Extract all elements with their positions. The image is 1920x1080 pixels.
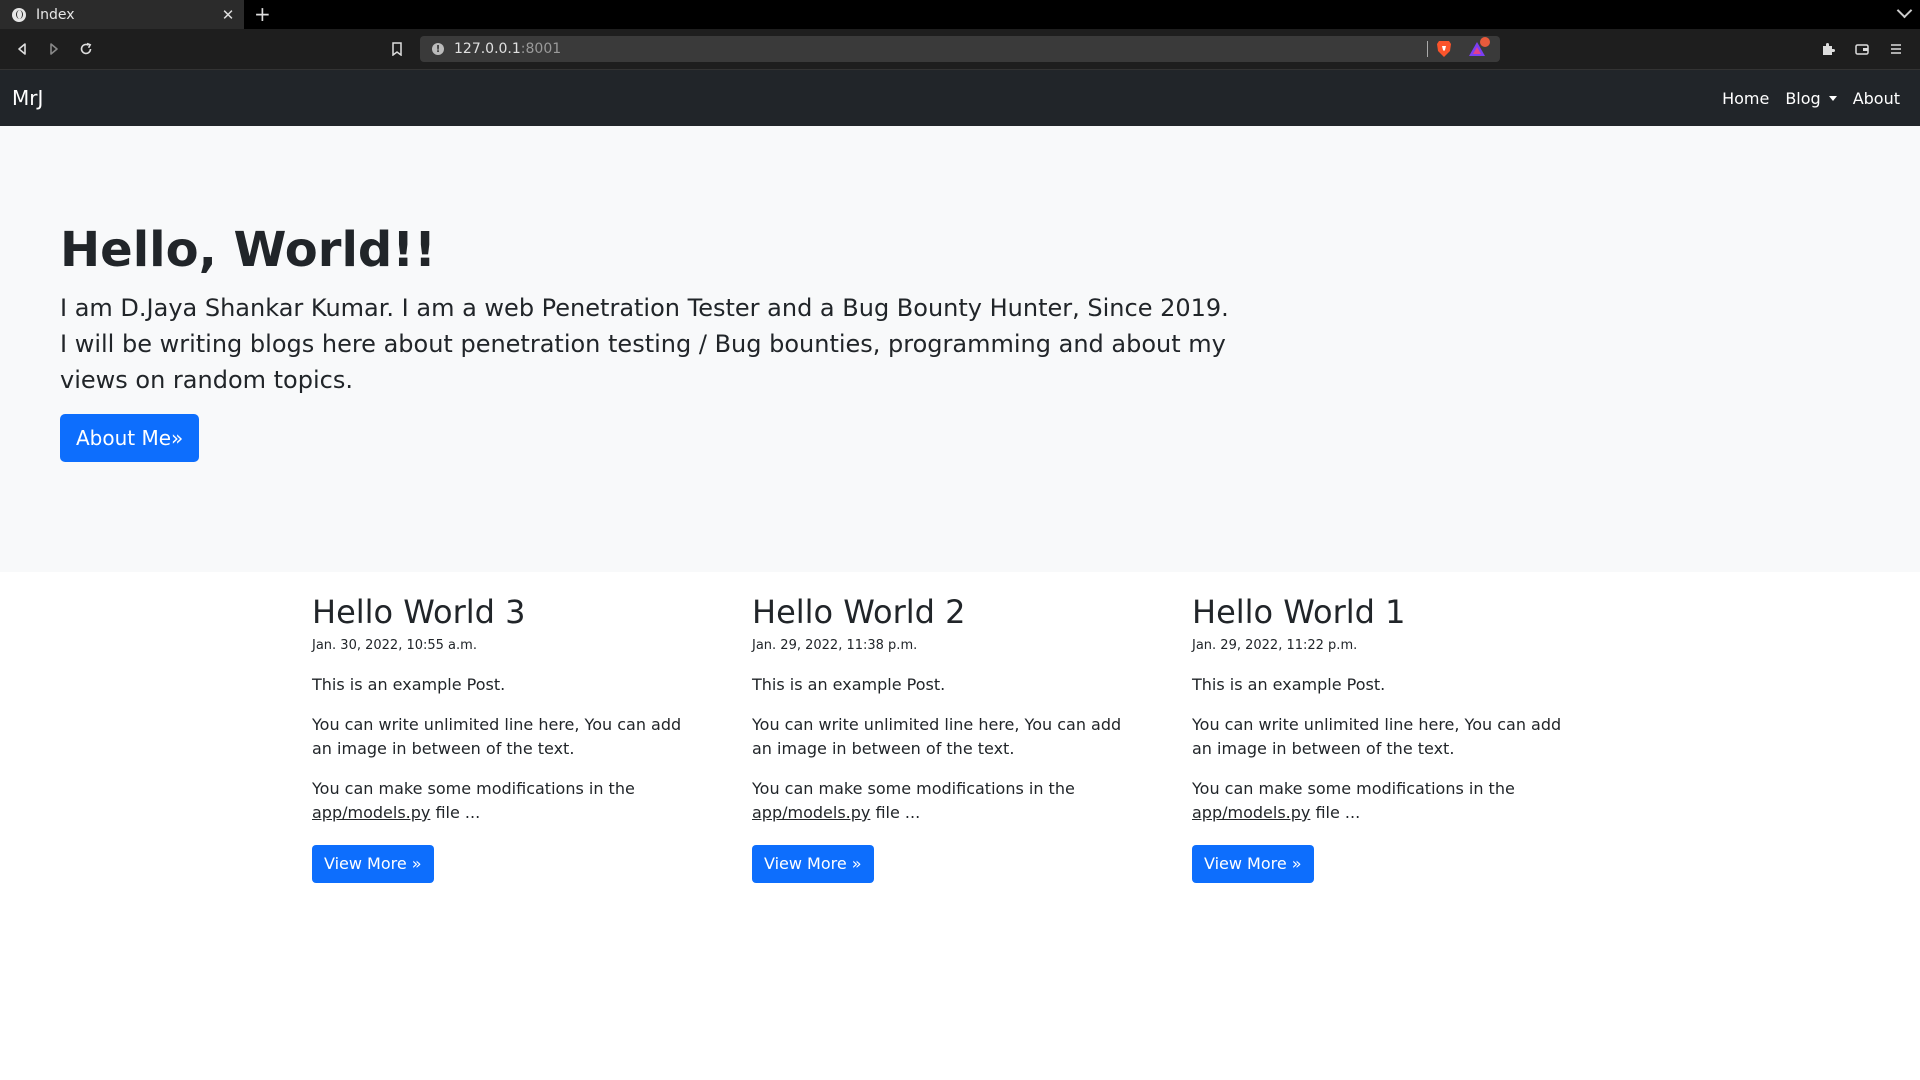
address-bar[interactable]: ! 127.0.0.1:8001 bbox=[420, 36, 1500, 62]
post-paragraph: This is an example Post. bbox=[1192, 675, 1386, 694]
browser-toolbar: ! 127.0.0.1:8001 bbox=[0, 29, 1920, 70]
post-paragraph: This is an example Post. bbox=[312, 675, 506, 694]
posts-row: Hello World 3 Jan. 30, 2022, 10:55 a.m. … bbox=[0, 572, 1920, 883]
post-card: Hello World 2 Jan. 29, 2022, 11:38 p.m. … bbox=[752, 592, 1192, 883]
view-more-button[interactable]: View More » bbox=[312, 845, 434, 883]
site-navbar: MrJ Home Blog About bbox=[0, 70, 1920, 126]
post-text: file ... bbox=[430, 803, 481, 822]
bookmark-button[interactable] bbox=[385, 37, 409, 61]
site-info-icon[interactable]: ! bbox=[432, 43, 444, 55]
post-date: Jan. 30, 2022, 10:55 a.m. bbox=[312, 638, 477, 653]
rewards-badge bbox=[1480, 37, 1490, 47]
post-title: Hello World 1 bbox=[1192, 593, 1406, 631]
forward-arrow-icon bbox=[50, 43, 58, 55]
about-me-button[interactable]: About Me» bbox=[60, 413, 200, 462]
nav-blog-label: Blog bbox=[1785, 88, 1821, 108]
globe-icon bbox=[12, 7, 26, 22]
url-port: :8001 bbox=[520, 41, 562, 57]
post-text: file ... bbox=[870, 803, 921, 822]
post-date: Jan. 29, 2022, 11:38 p.m. bbox=[752, 638, 918, 653]
reload-button[interactable] bbox=[74, 37, 98, 61]
post-text: You can make some modifications in the bbox=[1192, 779, 1515, 798]
back-button[interactable] bbox=[10, 37, 34, 61]
tab-title: Index bbox=[36, 6, 75, 23]
navbar-links: Home Blog About bbox=[1714, 81, 1908, 116]
url-host: 127.0.0.1 bbox=[454, 41, 521, 57]
models-file-link[interactable]: app/models.py bbox=[1192, 803, 1310, 822]
browser-tab-strip: Index ✕ + bbox=[0, 0, 1920, 29]
caret-down-icon bbox=[1828, 95, 1837, 101]
post-card: Hello World 1 Jan. 29, 2022, 11:22 p.m. … bbox=[1192, 592, 1632, 883]
post-text: file ... bbox=[1310, 803, 1361, 822]
wallet-icon bbox=[1855, 44, 1869, 55]
post-paragraph: This is an example Post. bbox=[752, 675, 946, 694]
extensions-button[interactable] bbox=[1816, 37, 1840, 61]
address-bar-divider bbox=[1427, 41, 1428, 57]
tab-list-chevron-icon[interactable] bbox=[1896, 2, 1913, 19]
post-card: Hello World 3 Jan. 30, 2022, 10:55 a.m. … bbox=[312, 592, 752, 883]
post-text: You can make some modifications in the bbox=[752, 779, 1075, 798]
browser-tab-index[interactable]: Index ✕ bbox=[0, 0, 244, 29]
browser-menu-button[interactable] bbox=[1884, 37, 1908, 61]
navbar-brand[interactable]: MrJ bbox=[12, 86, 43, 110]
hero-description-line: I will be writing blogs here about penet… bbox=[60, 329, 1226, 394]
hero-title: Hello, World!! bbox=[60, 222, 437, 278]
post-title: Hello World 3 bbox=[312, 593, 526, 631]
models-file-link[interactable]: app/models.py bbox=[752, 803, 870, 822]
post-text: You can make some modifications in the bbox=[312, 779, 635, 798]
models-file-link[interactable]: app/models.py bbox=[312, 803, 430, 822]
view-more-button[interactable]: View More » bbox=[1192, 845, 1314, 883]
post-paragraph: You can write unlimited line here, You c… bbox=[312, 715, 682, 758]
back-arrow-icon bbox=[18, 43, 26, 55]
hamburger-menu-icon bbox=[1891, 44, 1901, 54]
wallet-button[interactable] bbox=[1850, 37, 1874, 61]
post-title: Hello World 2 bbox=[752, 593, 966, 631]
reload-icon bbox=[80, 42, 92, 55]
post-date: Jan. 29, 2022, 11:22 p.m. bbox=[1192, 638, 1358, 653]
post-paragraph: You can write unlimited line here, You c… bbox=[1192, 715, 1562, 758]
view-more-button[interactable]: View More » bbox=[752, 845, 874, 883]
nav-blog-dropdown[interactable]: Blog bbox=[1777, 81, 1844, 116]
close-tab-icon[interactable]: ✕ bbox=[220, 6, 236, 24]
puzzle-icon bbox=[1823, 43, 1835, 55]
post-paragraph: You can make some modifications in the a… bbox=[312, 777, 702, 825]
bookmark-icon bbox=[392, 42, 402, 56]
hero-intro-line: I am D.Jaya Shankar Kumar. I am a web Pe… bbox=[60, 293, 1229, 322]
nav-home[interactable]: Home bbox=[1714, 81, 1777, 116]
post-paragraph: You can make some modifications in the a… bbox=[1192, 777, 1582, 825]
hero-section: Hello, World!! I am D.Jaya Shankar Kumar… bbox=[0, 126, 1920, 572]
brave-shields-icon[interactable] bbox=[1436, 40, 1452, 58]
post-paragraph: You can write unlimited line here, You c… bbox=[752, 715, 1122, 758]
forward-button[interactable] bbox=[42, 37, 66, 61]
post-paragraph: You can make some modifications in the a… bbox=[752, 777, 1142, 825]
nav-about[interactable]: About bbox=[1845, 81, 1908, 116]
new-tab-button[interactable]: + bbox=[254, 3, 271, 25]
